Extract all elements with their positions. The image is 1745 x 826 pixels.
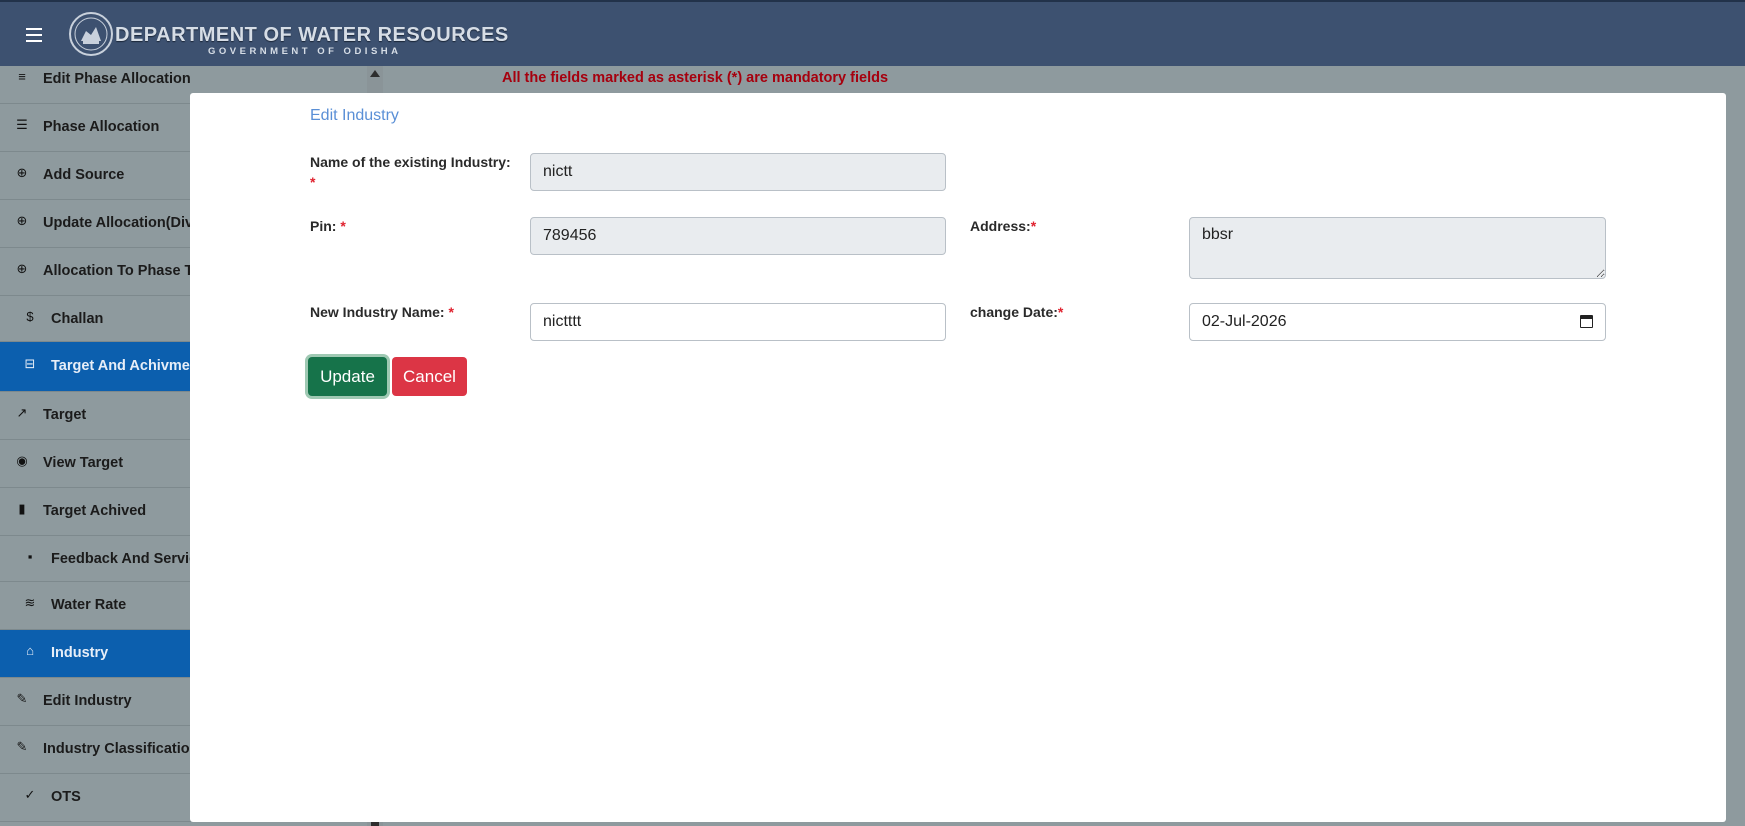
sidebar-item-label: Target [43,407,87,423]
sidebar-item-label: Water Rate [51,597,127,613]
trending-up-icon: ↗ [16,405,28,420]
modal-title: Edit Industry [310,107,399,124]
sidebar-item-label: Industry [51,645,109,661]
sidebar-item-label: Challan [51,311,104,327]
sidebar-item-label: Add Source [43,167,125,183]
sidebar-item-label: Target Achived [43,503,147,519]
pin-label-text: Pin: [310,218,337,234]
layers-icon: ☰ [16,117,28,132]
sidebar-item-label: Feedback And Service [51,551,206,567]
hamburger-menu-icon[interactable] [26,28,42,42]
existing-industry-field[interactable]: nictt [530,153,946,191]
required-mark: * [310,174,316,190]
edit-industry-modal: Edit Industry Name of the existing Indus… [190,93,1726,822]
department-subtitle: GOVERNMENT OF ODISHA [208,46,402,57]
address-label: Address:* [970,216,1036,236]
new-industry-name-label: New Industry Name: * [310,302,454,322]
sidebar-item-label: Edit Industry [43,693,132,709]
pencil-icon: ✎ [16,691,28,706]
sidebar-item-label: Industry Classification [43,741,199,757]
bar-chart-icon: ▮ [18,501,26,516]
edit-list-icon: ≡ [18,69,26,84]
existing-industry-label-text: Name of the existing Industry: [310,154,511,170]
change-date-input[interactable]: 02-Jul-2026 [1189,303,1606,341]
address-label-text: Address: [970,218,1031,234]
industry-bank-icon: ⌂ [26,643,34,658]
address-field[interactable] [1189,217,1606,279]
toolbox-icon: ⊟ [24,356,36,371]
update-button[interactable]: Update [308,357,387,396]
sidebar-item-label: Update Allocation(Div [43,215,194,231]
change-date-value: 02-Jul-2026 [1202,313,1287,330]
required-mark: * [340,218,346,234]
pin-label: Pin: * [310,216,346,236]
required-mark: * [448,304,454,320]
new-industry-name-input[interactable]: nictttt [530,303,946,341]
required-mark: * [1030,218,1037,234]
check-icon: ✓ [24,787,36,802]
add-circle-icon: ⊕ [16,165,28,180]
add-circle-icon: ⊕ [16,261,28,276]
pin-field[interactable]: 789456 [530,217,946,255]
sidebar-item-label: OTS [51,789,81,805]
sidebar-item-label: View Target [43,455,124,471]
odisha-emblem-icon [69,12,113,56]
sidebar-item-label: Allocation To Phase T [43,263,194,279]
department-title: DEPARTMENT OF WATER RESOURCES [115,24,509,46]
waves-icon: ≋ [24,595,36,610]
cancel-button[interactable]: Cancel [392,357,467,396]
add-circle-icon: ⊕ [16,213,28,228]
scroll-up-arrow-icon[interactable] [370,70,380,77]
change-date-label: change Date:* [970,302,1063,322]
feedback-icon: ▪ [27,549,33,564]
existing-industry-label: Name of the existing Industry: * [310,152,520,192]
sidebar-item-label: Target And Achivmen [51,358,199,374]
required-mark: * [1057,304,1064,320]
calendar-icon[interactable] [1580,315,1593,328]
new-industry-name-label-text: New Industry Name: [310,304,445,320]
change-date-label-text: change Date: [970,304,1058,320]
mandatory-fields-note: All the fields marked as asterisk (*) ar… [502,70,889,86]
top-header: DEPARTMENT OF WATER RESOURCES GOVERNMENT… [0,0,1745,66]
sidebar-item-label: Phase Allocation [43,119,160,135]
sidebar-item-label: Edit Phase Allocation [43,71,191,87]
eye-icon: ◉ [16,453,28,468]
dollar-circle-icon: $ [26,309,34,324]
pencil-icon: ✎ [16,739,28,754]
